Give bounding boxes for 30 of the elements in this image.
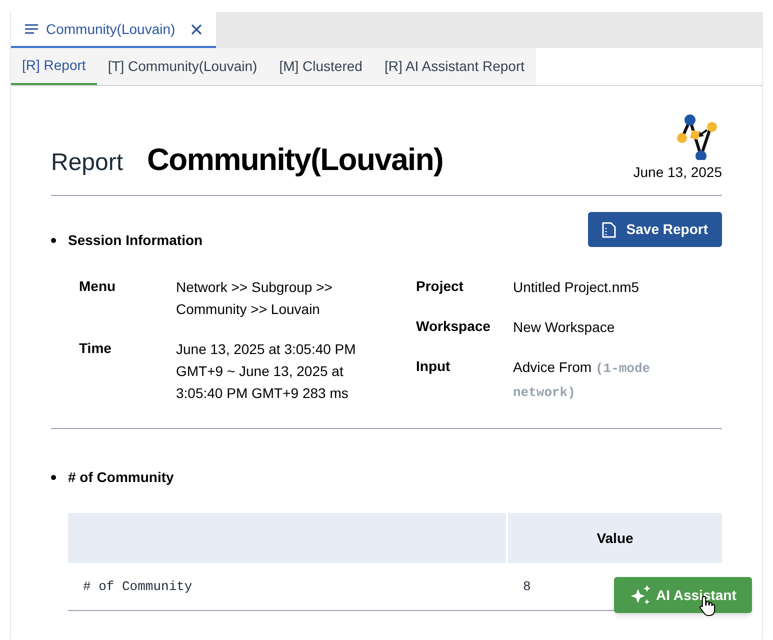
save-report-button[interactable]: Save Report <box>588 212 722 247</box>
column-header: Value <box>508 513 722 563</box>
view-tab[interactable]: [R] Report <box>11 48 97 85</box>
document-icon <box>602 222 616 238</box>
report-title: Community(Louvain) <box>147 140 444 178</box>
field-value: Advice From (1-mode network) <box>513 358 652 402</box>
field-value: Untitled Project.nm5 <box>513 278 640 297</box>
menu-icon <box>25 24 38 34</box>
field-label: Input <box>416 357 452 376</box>
table-cell-text: # of Community <box>82 578 194 596</box>
bullet-icon <box>51 475 56 480</box>
close-icon[interactable] <box>191 24 202 34</box>
field-label: Project <box>416 277 464 296</box>
field-label: Menu <box>79 277 117 296</box>
field-value: New Workspace <box>513 318 615 337</box>
view-tab[interactable]: [R] AI Assistant Report <box>373 48 536 85</box>
field-label: Workspace <box>416 317 492 336</box>
section-heading: Session Information <box>68 231 203 250</box>
report-date: June 13, 2025 <box>633 163 722 182</box>
report-label: Report <box>51 148 124 178</box>
sparkle-icon <box>630 584 652 606</box>
field-label: Time <box>79 339 112 358</box>
table-cell-text: 8 <box>522 578 531 596</box>
field-value: Network >> Subgroup >> Community >> Louvain <box>176 278 334 319</box>
view-tab[interactable]: [T] Community(Louvain) <box>96 48 268 85</box>
bullet-icon <box>51 238 56 243</box>
field-value: June 13, 2025 at 3:05:40 PM GMT+9 ~ June 13, 2025 at 3:05:40 PM GMT+9 283 ms <box>176 340 357 403</box>
section-heading: # of Community <box>68 468 174 487</box>
view-tab[interactable]: [M] Clustered <box>268 48 374 85</box>
document-tab[interactable]: Community(Louvain) <box>11 12 216 48</box>
